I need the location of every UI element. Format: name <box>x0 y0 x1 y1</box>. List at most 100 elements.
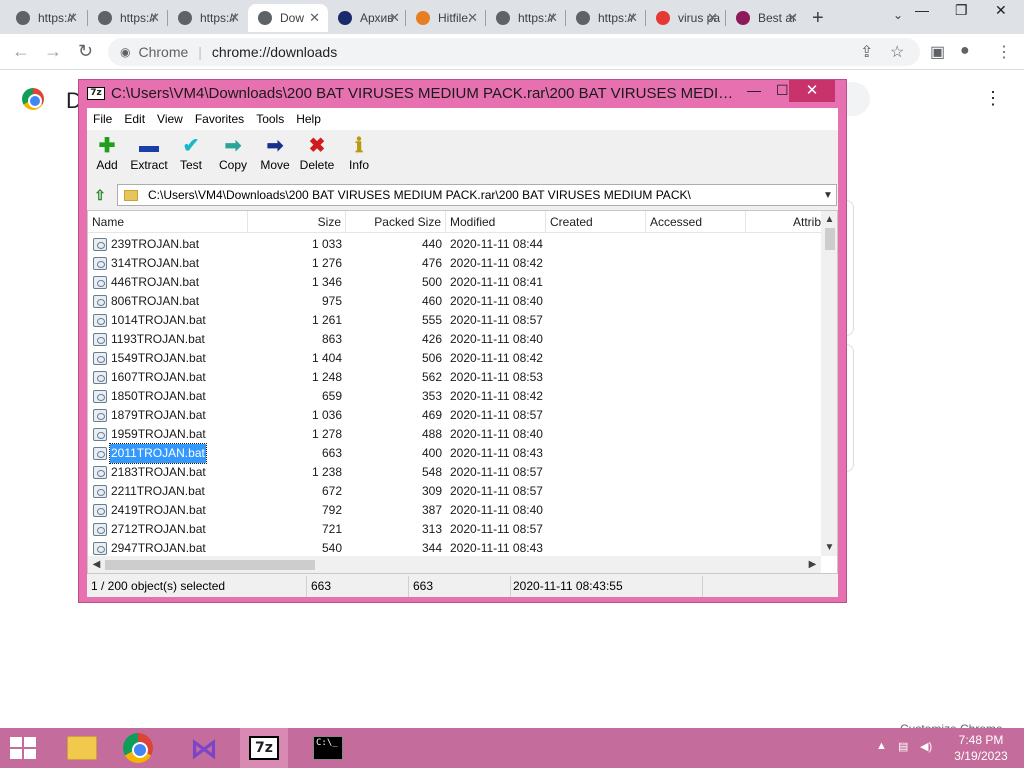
table-row[interactable]: 2211TROJAN.bat 672 309 2020-11-11 08:57 <box>88 482 821 501</box>
tab-1[interactable]: https://✕ <box>6 4 86 32</box>
close-window-button[interactable]: ✕ <box>995 2 1007 19</box>
command-prompt-taskbar-button[interactable]: C:\_ <box>304 728 352 768</box>
network-icon[interactable]: ▤ <box>898 740 908 753</box>
column-header-created[interactable]: Created <box>546 211 646 233</box>
tab-5[interactable]: Архив ✕ <box>328 4 408 32</box>
table-row[interactable]: 314TROJAN.bat 1 276 476 2020-11-11 08:42 <box>88 254 821 273</box>
tab-6[interactable]: Hitfile. ✕ <box>406 4 486 32</box>
minimize-button[interactable]: — <box>747 82 761 98</box>
table-row[interactable]: 1850TROJAN.bat 659 353 2020-11-11 08:42 <box>88 387 821 406</box>
table-row[interactable]: 2419TROJAN.bat 792 387 2020-11-11 08:40 <box>88 501 821 520</box>
toolbar-delete-button[interactable]: ✖ Delete <box>295 134 339 178</box>
new-tab-button[interactable]: + <box>812 7 824 30</box>
tab-close-icon[interactable]: ✕ <box>149 10 160 26</box>
tab-3[interactable]: https://✕ <box>168 4 248 32</box>
column-header-modified[interactable]: Modified <box>446 211 546 233</box>
toolbar-test-button[interactable]: ✔ Test <box>169 134 213 178</box>
toolbar-info-button[interactable]: ℹ Info <box>337 134 381 178</box>
vertical-scroll-thumb[interactable] <box>825 228 835 250</box>
column-header-accessed[interactable]: Accessed <box>646 211 746 233</box>
maximize-button[interactable]: ☐ <box>776 82 789 99</box>
minimize-window-button[interactable]: — <box>915 2 929 18</box>
table-row[interactable]: 446TROJAN.bat 1 346 500 2020-11-11 08:41 <box>88 273 821 292</box>
table-row[interactable]: 2712TROJAN.bat 721 313 2020-11-11 08:57 <box>88 520 821 539</box>
tab-2[interactable]: https://✕ <box>88 4 168 32</box>
bookmark-star-icon[interactable]: ☆ <box>890 42 904 62</box>
menu-tools[interactable]: Tools <box>250 112 290 126</box>
menu-favorites[interactable]: Favorites <box>189 112 250 126</box>
toolbar-extract-button[interactable]: ▬ Extract <box>127 134 171 178</box>
taskbar-clock[interactable]: 7:48 PM 3/19/2023 <box>944 732 1018 764</box>
table-row[interactable]: 1879TROJAN.bat 1 036 469 2020-11-11 08:57 <box>88 406 821 425</box>
table-row[interactable]: 1607TROJAN.bat 1 248 562 2020-11-11 08:53 <box>88 368 821 387</box>
check-icon: ✔ <box>182 135 200 157</box>
tab-close-icon[interactable]: ✕ <box>309 10 320 26</box>
table-row[interactable]: 1014TROJAN.bat 1 261 555 2020-11-11 08:57 <box>88 311 821 330</box>
tab-close-icon[interactable]: ✕ <box>627 10 638 26</box>
tab-8[interactable]: https://✕ <box>566 4 646 32</box>
address-bar[interactable]: ◉ Chrome | chrome://downloads <box>108 38 920 66</box>
table-row[interactable]: 239TROJAN.bat 1 033 440 2020-11-11 08:44 <box>88 235 821 254</box>
table-row[interactable]: 806TROJAN.bat 975 460 2020-11-11 08:40 <box>88 292 821 311</box>
horizontal-scroll-thumb[interactable] <box>105 560 315 570</box>
tab-close-icon[interactable]: ✕ <box>389 10 400 26</box>
tab-close-icon[interactable]: ✕ <box>707 10 718 26</box>
7zip-titlebar[interactable]: 7z C:\Users\VM4\Downloads\200 BAT VIRUSE… <box>79 80 846 108</box>
horizontal-scrollbar[interactable]: ◀ ▶ <box>88 556 821 573</box>
chrome-taskbar-button[interactable] <box>114 728 162 768</box>
reload-icon[interactable]: ↻ <box>78 41 93 62</box>
tab-close-icon[interactable]: ✕ <box>229 10 240 26</box>
toolbar-add-button[interactable]: ✚ Add <box>85 134 129 178</box>
menu-help[interactable]: Help <box>290 112 327 126</box>
chrome-menu-icon[interactable]: ⋮ <box>996 42 1012 62</box>
toolbar-move-button[interactable]: ➡ Move <box>253 134 297 178</box>
scroll-right-arrow-icon[interactable]: ▶ <box>804 556 821 573</box>
file-list[interactable]: Name Size Packed Size Modified Created Access… <box>87 210 838 574</box>
file-size: 1 261 <box>311 313 342 327</box>
vertical-scrollbar[interactable]: ▲ ▼ <box>821 211 837 556</box>
tab-7[interactable]: https://✕ <box>486 4 566 32</box>
up-folder-icon[interactable]: ⇧ <box>91 186 109 204</box>
scroll-down-arrow-icon[interactable]: ▼ <box>821 539 837 556</box>
menu-file[interactable]: File <box>87 112 118 126</box>
downloads-menu-icon[interactable]: ⋮ <box>984 88 1002 109</box>
path-combobox[interactable]: C:\Users\VM4\Downloads\200 BAT VIRUSES M… <box>117 184 837 206</box>
7zip-taskbar-button[interactable]: 7z <box>240 728 288 768</box>
volume-icon[interactable]: ◀) <box>920 740 932 753</box>
chevron-down-icon[interactable]: ▼ <box>820 190 836 201</box>
tray-chevron-up-icon[interactable]: ▲ <box>876 740 887 752</box>
back-arrow-icon[interactable]: ← <box>12 41 30 62</box>
menu-view[interactable]: View <box>151 112 189 126</box>
table-row[interactable]: 2011TROJAN.bat 663 400 2020-11-11 08:43 <box>88 443 821 464</box>
tab-close-icon[interactable]: ✕ <box>787 10 798 26</box>
table-row[interactable]: 1193TROJAN.bat 863 426 2020-11-11 08:40 <box>88 330 821 349</box>
restore-window-button[interactable]: ❐ <box>955 2 968 19</box>
close-button[interactable]: ✕ <box>789 80 835 102</box>
toolbar-copy-button[interactable]: ➡ Copy <box>211 134 255 178</box>
tab-search-chevron-icon[interactable]: ⌄ <box>893 8 903 22</box>
scroll-up-arrow-icon[interactable]: ▲ <box>821 211 837 228</box>
side-panel-icon[interactable]: ▣ <box>930 42 945 62</box>
tab-4[interactable]: Dow ✕ <box>248 4 328 32</box>
column-header-name[interactable]: Name <box>88 211 248 233</box>
file-size: 1 278 <box>311 427 342 441</box>
profile-avatar-icon[interactable]: ● <box>960 42 970 60</box>
forward-arrow-icon[interactable]: → <box>44 41 62 62</box>
file-explorer-taskbar-button[interactable] <box>58 728 106 768</box>
tab-close-icon[interactable]: ✕ <box>547 10 558 26</box>
visual-studio-taskbar-button[interactable]: ⋈ <box>180 728 228 768</box>
windows-start-button[interactable] <box>10 737 36 759</box>
column-header-packed-size[interactable]: Packed Size <box>346 211 446 233</box>
column-header-size[interactable]: Size <box>248 211 346 233</box>
scroll-left-arrow-icon[interactable]: ◀ <box>88 556 105 573</box>
tab-close-icon[interactable]: ✕ <box>467 10 478 26</box>
table-row[interactable]: 1549TROJAN.bat 1 404 506 2020-11-11 08:42 <box>88 349 821 368</box>
tab-close-icon[interactable]: ✕ <box>67 10 78 26</box>
table-row[interactable]: 1959TROJAN.bat 1 278 488 2020-11-11 08:40 <box>88 425 821 444</box>
column-header-attrib[interactable]: Attrib <box>746 211 826 233</box>
tab-9[interactable]: virus pa ✕ <box>646 4 726 32</box>
share-icon[interactable]: ⇪ <box>860 42 873 62</box>
tab-10[interactable]: Best ar ✕ <box>726 4 806 32</box>
menu-edit[interactable]: Edit <box>118 112 151 126</box>
table-row[interactable]: 2183TROJAN.bat 1 238 548 2020-11-11 08:57 <box>88 463 821 482</box>
